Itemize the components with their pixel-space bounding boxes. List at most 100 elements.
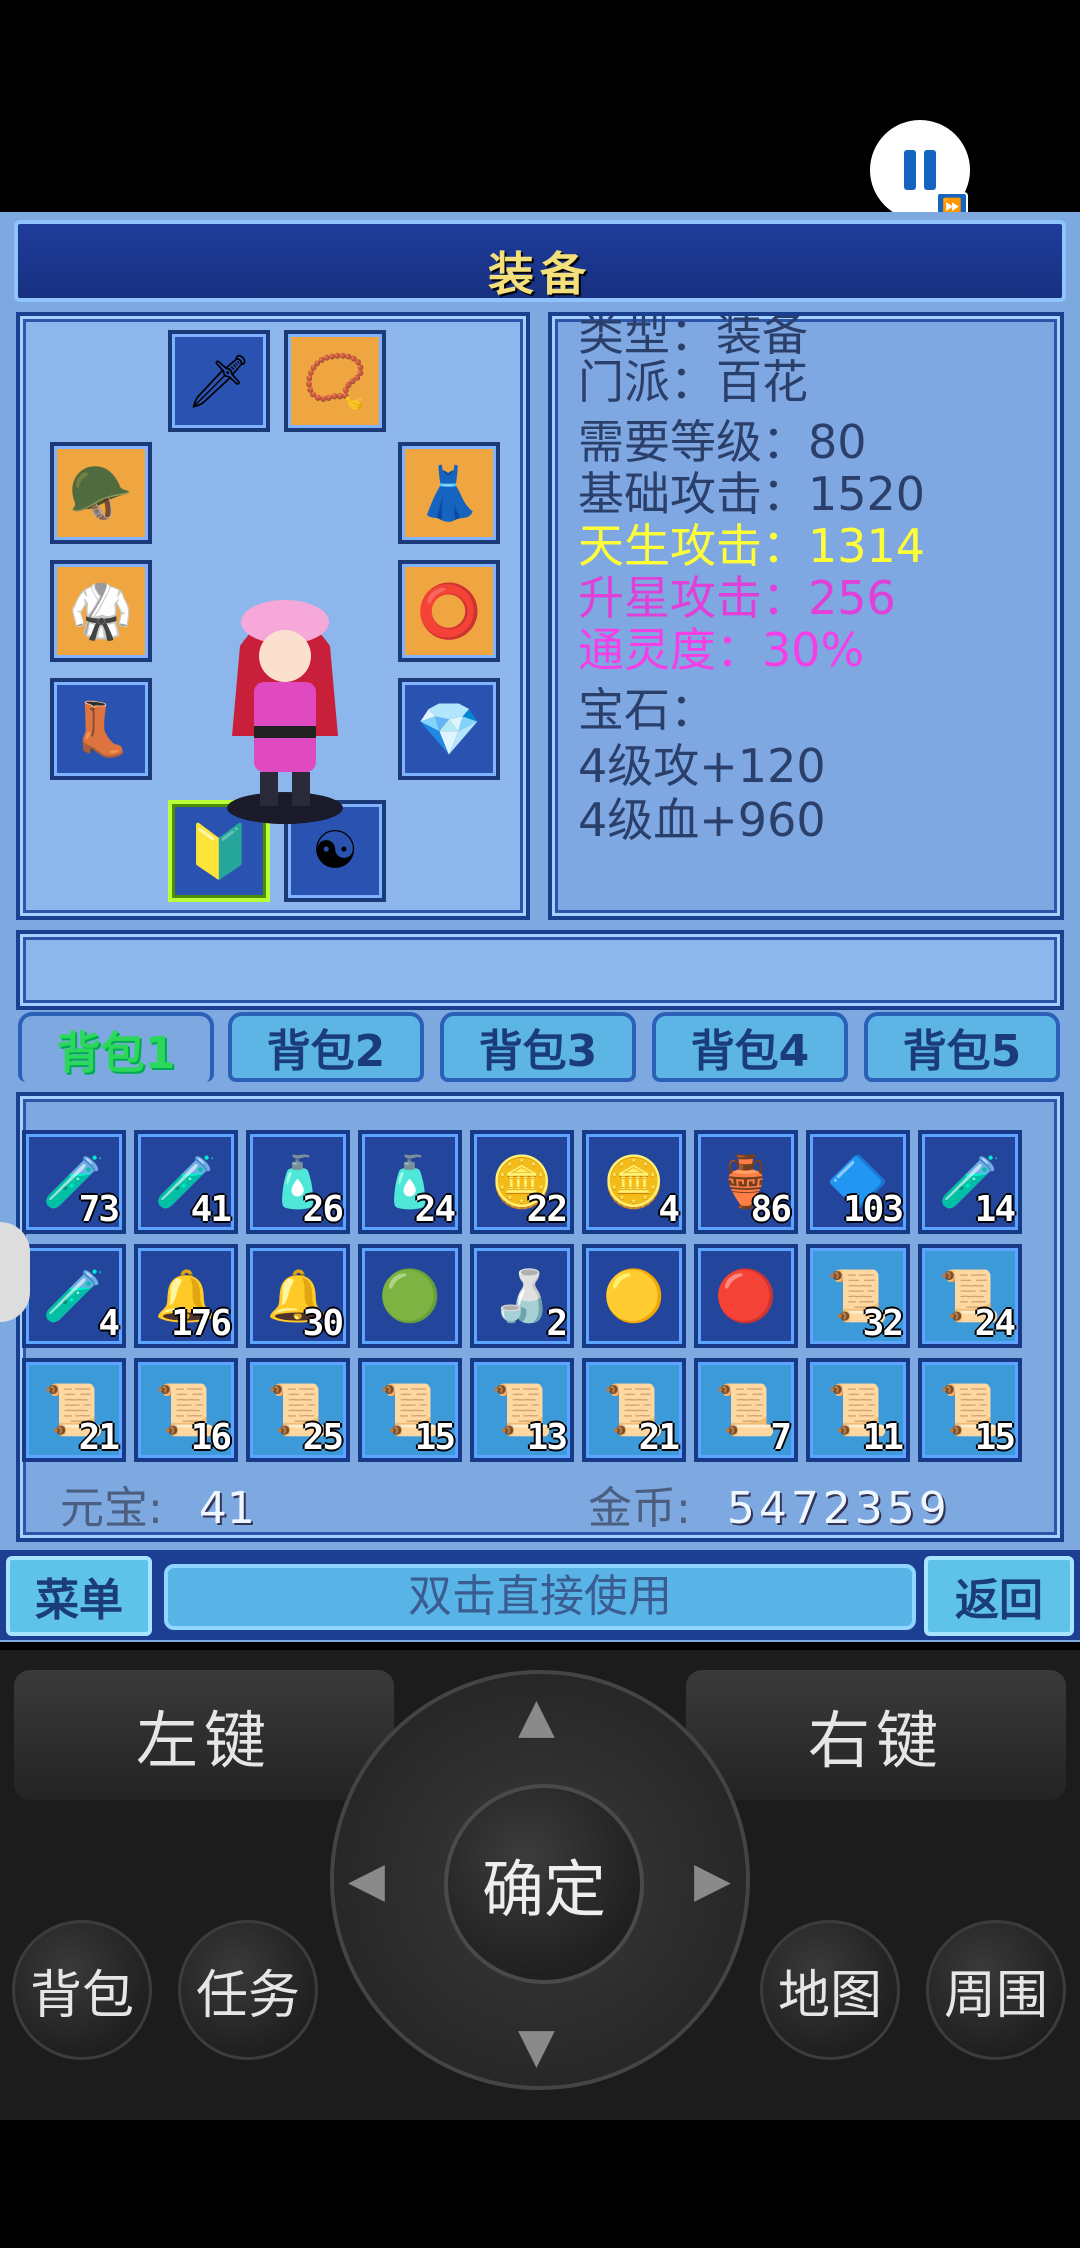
tab-bag-3[interactable]: 背包3 xyxy=(440,1012,636,1082)
bag-item[interactable]: 🍶 2 xyxy=(470,1244,574,1348)
bead-icon: ☯ xyxy=(311,821,359,881)
bag-item[interactable]: 📜 32 xyxy=(806,1244,910,1348)
map-button[interactable]: 地图 xyxy=(760,1920,900,2060)
item-count: 25 xyxy=(302,1417,344,1458)
bag-item[interactable]: 🧴 26 xyxy=(246,1130,350,1234)
around-button[interactable]: 周围 xyxy=(926,1920,1066,2060)
bag-item[interactable]: 🧪 41 xyxy=(134,1130,238,1234)
item-count: 4 xyxy=(658,1189,680,1230)
bag-item[interactable]: 🪙 22 xyxy=(470,1130,574,1234)
bag-item[interactable]: 📜 13 xyxy=(470,1358,574,1462)
bag-item[interactable]: 📜 7 xyxy=(694,1358,798,1462)
info-sect: 门派：百花 xyxy=(578,355,808,409)
left-soft-key[interactable]: 左键 xyxy=(14,1670,394,1800)
dpad[interactable]: ▲ ▼ ◀ ▶ 确定 xyxy=(330,1670,750,2090)
helmet-slot[interactable]: 🪖 xyxy=(50,442,152,544)
item-count: 24 xyxy=(414,1189,456,1230)
weapon-slot[interactable]: 🗡 xyxy=(168,330,270,432)
bag-item[interactable]: 📜 16 xyxy=(134,1358,238,1462)
item-count: 32 xyxy=(862,1303,904,1344)
item-count: 15 xyxy=(974,1417,1016,1458)
bag-grid: 🧪 73 🧪 41 🧴 26 🧴 24 🪙 22 🪙 4 🏺 86 🔷 103 🧪 14 🧪 4 🔔 176 🔔 30 🟢 🍶 2 🟡… xyxy=(22,1130,1022,1462)
bag-item[interactable]: 🟢 xyxy=(358,1244,462,1348)
blue-potion-icon: 🧪 xyxy=(42,1266,106,1325)
gem-slot[interactable]: 💎 xyxy=(398,678,500,780)
right-arrow-icon[interactable]: ▶ xyxy=(694,1852,731,1908)
confirm-button[interactable]: 确定 xyxy=(444,1784,644,1984)
bag-item[interactable]: 📜 25 xyxy=(246,1358,350,1462)
charm-icon: 🔰 xyxy=(186,821,252,882)
gold-orb-icon: 🟡 xyxy=(602,1266,666,1325)
bag-item[interactable]: 🔷 103 xyxy=(806,1130,910,1234)
bag-item[interactable]: 🪙 4 xyxy=(582,1130,686,1234)
bag-item[interactable]: 📜 15 xyxy=(358,1358,462,1462)
character-sprite xyxy=(227,600,343,824)
bag-item[interactable]: 🧪 73 xyxy=(22,1130,126,1234)
right-soft-key[interactable]: 右键 xyxy=(686,1670,1066,1800)
bag-item[interactable]: 📜 21 xyxy=(22,1358,126,1462)
item-count: 7 xyxy=(770,1417,792,1458)
bag-item[interactable]: 🟡 xyxy=(582,1244,686,1348)
item-count: 16 xyxy=(190,1417,232,1458)
bag-item[interactable]: 🧪 4 xyxy=(22,1244,126,1348)
bag-item[interactable]: 📜 24 xyxy=(918,1244,1022,1348)
yuanbao-label: 元宝: xyxy=(60,1483,163,1534)
item-count: 14 xyxy=(974,1189,1016,1230)
quest-button[interactable]: 任务 xyxy=(178,1920,318,2060)
equipment-panel: 🗡 📿 🪖 👗 🥋 ⭕ 👢 💎 🔰 ☯ xyxy=(16,312,530,920)
round-token-icon: 🪙 xyxy=(602,1152,666,1211)
tab-bag-4[interactable]: 背包4 xyxy=(652,1012,848,1082)
green-orb-icon: 🟢 xyxy=(378,1266,442,1325)
page-title: 装备 xyxy=(488,247,592,301)
yuanbao-value: 41 xyxy=(198,1483,255,1534)
menu-button[interactable]: 菜单 xyxy=(6,1556,152,1636)
boots-slot[interactable]: 👢 xyxy=(50,678,152,780)
item-count: 30 xyxy=(302,1303,344,1344)
tab-bag-5[interactable]: 背包5 xyxy=(864,1012,1060,1082)
left-arrow-icon[interactable]: ◀ xyxy=(348,1852,385,1908)
necklace-icon: 📿 xyxy=(302,351,368,412)
bag-item[interactable]: 📜 15 xyxy=(918,1358,1022,1462)
tab-bag-1[interactable]: 背包1 xyxy=(18,1012,214,1082)
bag-item[interactable]: 🏺 86 xyxy=(694,1130,798,1234)
item-count: 176 xyxy=(170,1303,232,1344)
armor-icon: 🥋 xyxy=(68,581,134,642)
bag-item[interactable]: 🧴 24 xyxy=(358,1130,462,1234)
bag-button[interactable]: 背包 xyxy=(12,1920,152,2060)
up-arrow-icon[interactable]: ▲ xyxy=(518,1688,555,1744)
helmet-icon: 🪖 xyxy=(68,463,134,524)
item-count: 21 xyxy=(78,1417,120,1458)
armor-slot[interactable]: 🥋 xyxy=(50,560,152,662)
bag-item[interactable]: 🧪 14 xyxy=(918,1130,1022,1234)
item-count: 86 xyxy=(750,1189,792,1230)
necklace-slot[interactable]: 📿 xyxy=(284,330,386,432)
item-count: 73 xyxy=(78,1189,120,1230)
item-count: 15 xyxy=(414,1417,456,1458)
info-gem-2: 4级血+960 xyxy=(578,793,826,847)
tab-bag-2[interactable]: 背包2 xyxy=(228,1012,424,1082)
gem-icon: 💎 xyxy=(416,699,482,760)
boots-icon: 👢 xyxy=(68,699,134,760)
item-count: 41 xyxy=(190,1189,232,1230)
yuanbao-display: 元宝: 41 xyxy=(60,1472,255,1536)
command-bar: 菜单 双击直接使用 返回 xyxy=(0,1550,1080,1640)
virtual-controller: 左键 右键 ▲ ▼ ◀ ▶ 确定 背包 任务 地图 周围 xyxy=(0,1650,1080,2120)
bag-item[interactable]: 🔔 30 xyxy=(246,1244,350,1348)
ring-slot[interactable]: ⭕ xyxy=(398,560,500,662)
info-spirit: 通灵度：30% xyxy=(578,623,865,677)
bag-item[interactable]: 📜 21 xyxy=(582,1358,686,1462)
item-count: 4 xyxy=(98,1303,120,1344)
down-arrow-icon[interactable]: ▼ xyxy=(518,2018,555,2074)
ring-icon: ⭕ xyxy=(416,581,482,642)
robe-slot[interactable]: 👗 xyxy=(398,442,500,544)
bag-item[interactable]: 📜 11 xyxy=(806,1358,910,1462)
scroll-icon: 📜 xyxy=(714,1380,778,1439)
back-button[interactable]: 返回 xyxy=(924,1556,1074,1636)
message-bar xyxy=(16,930,1064,1010)
bag-item[interactable]: 🔴 xyxy=(694,1244,798,1348)
floating-pet-icon[interactable] xyxy=(0,1222,30,1322)
weapon-icon: 🗡 xyxy=(185,351,252,412)
gold-value: 5472359 xyxy=(726,1483,951,1534)
bag-item[interactable]: 🔔 176 xyxy=(134,1244,238,1348)
item-count: 21 xyxy=(638,1417,680,1458)
